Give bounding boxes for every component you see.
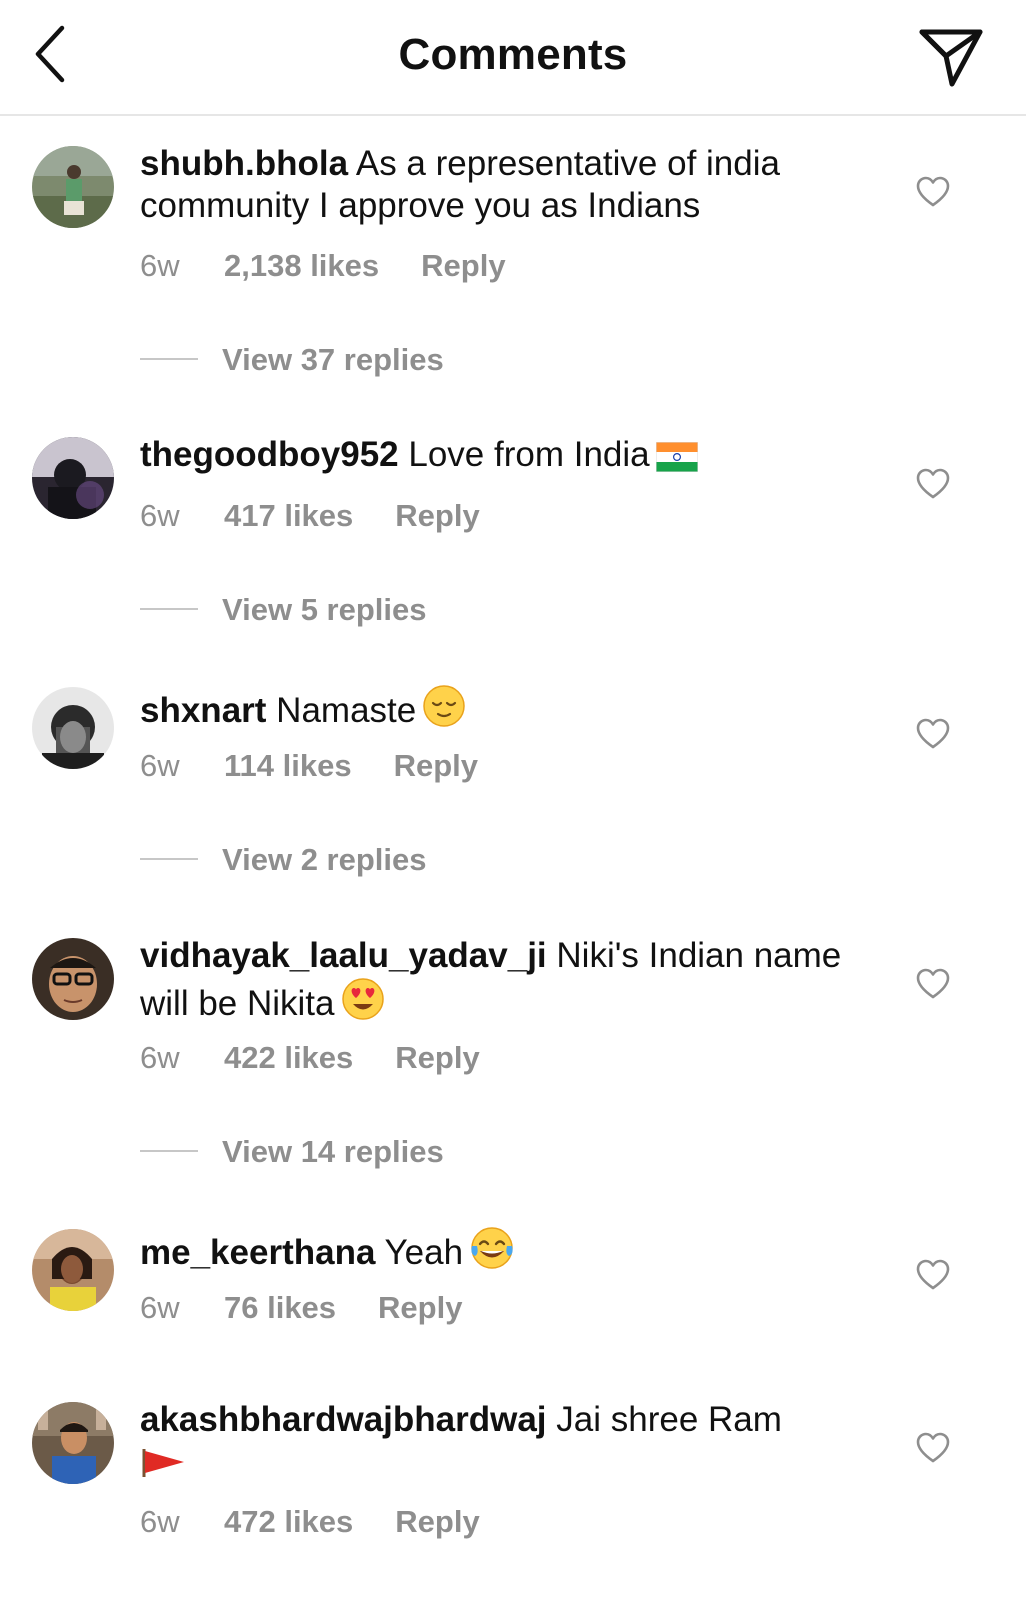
likes-count[interactable]: 472 likes <box>224 1504 353 1539</box>
comment-body: me_keerthana Yeah <box>140 1226 860 1280</box>
view-replies-label: View 5 replies <box>222 592 427 627</box>
red-pennant-flag-icon <box>140 1445 186 1489</box>
view-replies-label: View 14 replies <box>222 1134 444 1169</box>
comment-body: thegoodboy952 Love from India <box>140 434 860 482</box>
relieved-face-icon <box>422 684 466 738</box>
avatar[interactable] <box>32 938 114 1020</box>
comment-username[interactable]: shubh.bhola <box>140 144 348 183</box>
avatar[interactable] <box>32 1229 114 1311</box>
reply-button[interactable]: Reply <box>395 1504 479 1539</box>
replies-divider <box>140 1150 198 1152</box>
avatar[interactable] <box>32 437 114 519</box>
comment-username[interactable]: akashbhardwajbhardwaj <box>140 1400 547 1439</box>
comment-body: shxnart Namaste <box>140 684 860 738</box>
flag-india-icon <box>655 440 699 482</box>
comment-text: Namaste <box>276 691 417 730</box>
reply-button[interactable]: Reply <box>394 748 478 783</box>
like-button[interactable] <box>916 176 950 208</box>
like-button[interactable] <box>916 718 950 750</box>
like-button[interactable] <box>916 968 950 1000</box>
comment-meta: 6w 472 likes Reply <box>140 1504 480 1540</box>
paper-plane-icon <box>919 29 983 87</box>
like-button[interactable] <box>916 1259 950 1291</box>
comment-meta: 6w 76 likes Reply <box>140 1290 462 1326</box>
comment-text: Yeah <box>384 1233 464 1272</box>
comment-username[interactable]: thegoodboy952 <box>140 435 399 474</box>
view-replies-button[interactable]: View 2 replies <box>140 842 427 878</box>
comment-username[interactable]: me_keerthana <box>140 1233 375 1272</box>
avatar[interactable] <box>32 146 114 228</box>
heart-icon <box>916 1259 950 1290</box>
tears-of-joy-face-icon <box>469 1226 515 1280</box>
comment-body: vidhayak_laalu_yadav_ji Niki's Indian na… <box>140 935 860 1031</box>
likes-count[interactable]: 417 likes <box>224 498 353 533</box>
reply-button[interactable]: Reply <box>421 248 505 283</box>
replies-divider <box>140 608 198 610</box>
heart-icon <box>916 718 950 749</box>
comment-time: 6w <box>140 1290 180 1325</box>
likes-count[interactable]: 114 likes <box>224 748 352 783</box>
heart-icon <box>916 176 950 207</box>
comment-text: Jai shree Ram <box>556 1400 782 1439</box>
comment-time: 6w <box>140 498 180 533</box>
view-replies-button[interactable]: View 37 replies <box>140 342 444 378</box>
comment-body: akashbhardwajbhardwaj Jai shree Ram <box>140 1399 860 1489</box>
comment-meta: 6w 2,138 likes Reply <box>140 248 506 284</box>
comment-meta: 6w 114 likes Reply <box>140 748 478 784</box>
view-replies-button[interactable]: View 14 replies <box>140 1134 444 1170</box>
view-replies-label: View 2 replies <box>222 842 427 877</box>
comment-time: 6w <box>140 1040 180 1075</box>
view-replies-button[interactable]: View 5 replies <box>140 592 427 628</box>
heart-icon <box>916 468 950 499</box>
comment-time: 6w <box>140 748 180 783</box>
comment-time: 6w <box>140 1504 180 1539</box>
heart-eyes-face-icon <box>341 977 385 1031</box>
comment-time: 6w <box>140 248 180 283</box>
likes-count[interactable]: 2,138 likes <box>224 248 379 283</box>
comment-text: Love from India <box>408 435 650 474</box>
page-title: Comments <box>398 30 628 79</box>
heart-icon <box>916 968 950 999</box>
avatar[interactable] <box>32 687 114 769</box>
comment-username[interactable]: vidhayak_laalu_yadav_ji <box>140 936 547 975</box>
reply-button[interactable]: Reply <box>395 498 479 533</box>
comment-username[interactable]: shxnart <box>140 691 266 730</box>
like-button[interactable] <box>916 468 950 500</box>
reply-button[interactable]: Reply <box>395 1040 479 1075</box>
comment-body: shubh.bhola As a representative of india… <box>140 143 860 227</box>
likes-count[interactable]: 422 likes <box>224 1040 353 1075</box>
heart-icon <box>916 1432 950 1463</box>
header-bar: Comments <box>0 0 1026 116</box>
replies-divider <box>140 358 198 360</box>
likes-count[interactable]: 76 likes <box>224 1290 336 1325</box>
share-button[interactable] <box>918 24 986 90</box>
comment-meta: 6w 422 likes Reply <box>140 1040 480 1076</box>
replies-divider <box>140 858 198 860</box>
comment-meta: 6w 417 likes Reply <box>140 498 480 534</box>
like-button[interactable] <box>916 1432 950 1464</box>
reply-button[interactable]: Reply <box>378 1290 462 1325</box>
view-replies-label: View 37 replies <box>222 342 444 377</box>
avatar[interactable] <box>32 1402 114 1484</box>
